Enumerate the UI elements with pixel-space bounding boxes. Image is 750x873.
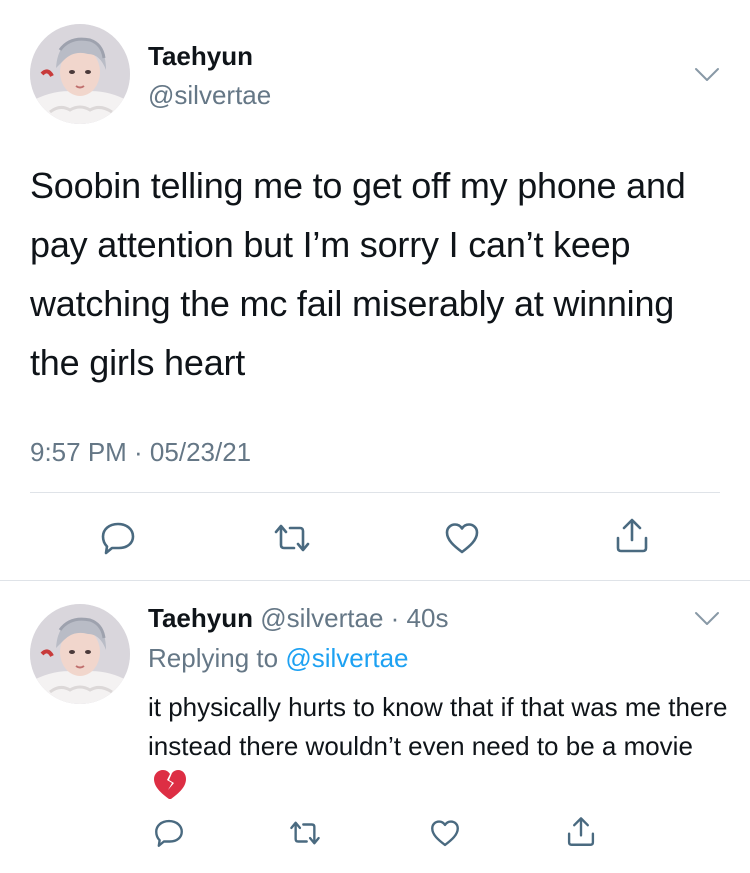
reply-author-avatar[interactable] [30, 604, 130, 704]
reply-retweet-icon[interactable] [288, 816, 322, 850]
tweet-timestamp[interactable]: 9:57 PM · 05/23/21 [30, 437, 251, 468]
tweet-separator [0, 580, 750, 581]
reply-chevron-down-icon[interactable] [694, 610, 720, 628]
reply-icon[interactable] [98, 518, 138, 558]
broken-heart-emoji-icon [152, 768, 188, 800]
reply-heart-icon[interactable] [428, 816, 462, 850]
reply-text: it physically hurts to know that if that… [148, 692, 728, 761]
heart-icon[interactable] [442, 518, 482, 558]
author-name[interactable]: Taehyun [148, 41, 253, 72]
replying-to-label: Replying to [148, 643, 279, 673]
author-avatar[interactable] [30, 24, 130, 124]
reply-author-name[interactable]: Taehyun [148, 603, 253, 633]
reply-header: Taehyun @silvertae · 40s [148, 603, 448, 634]
reply-author-handle[interactable]: @silvertae [260, 603, 383, 633]
reply-age[interactable]: · 40s [391, 603, 449, 633]
reply-reply-icon[interactable] [152, 816, 186, 850]
retweet-icon[interactable] [272, 518, 312, 558]
share-icon[interactable] [612, 516, 652, 556]
divider [30, 492, 720, 493]
tweet-text: Soobin telling me to get off my phone an… [30, 165, 686, 383]
replying-to-link[interactable]: @silvertae [285, 643, 408, 673]
replying-to-line: Replying to @silvertae [148, 643, 409, 674]
reply-text-block: it physically hurts to know that if that… [148, 688, 728, 805]
author-handle[interactable]: @silvertae [148, 80, 271, 111]
chevron-down-icon[interactable] [694, 66, 720, 84]
reply-share-icon[interactable] [564, 814, 598, 850]
